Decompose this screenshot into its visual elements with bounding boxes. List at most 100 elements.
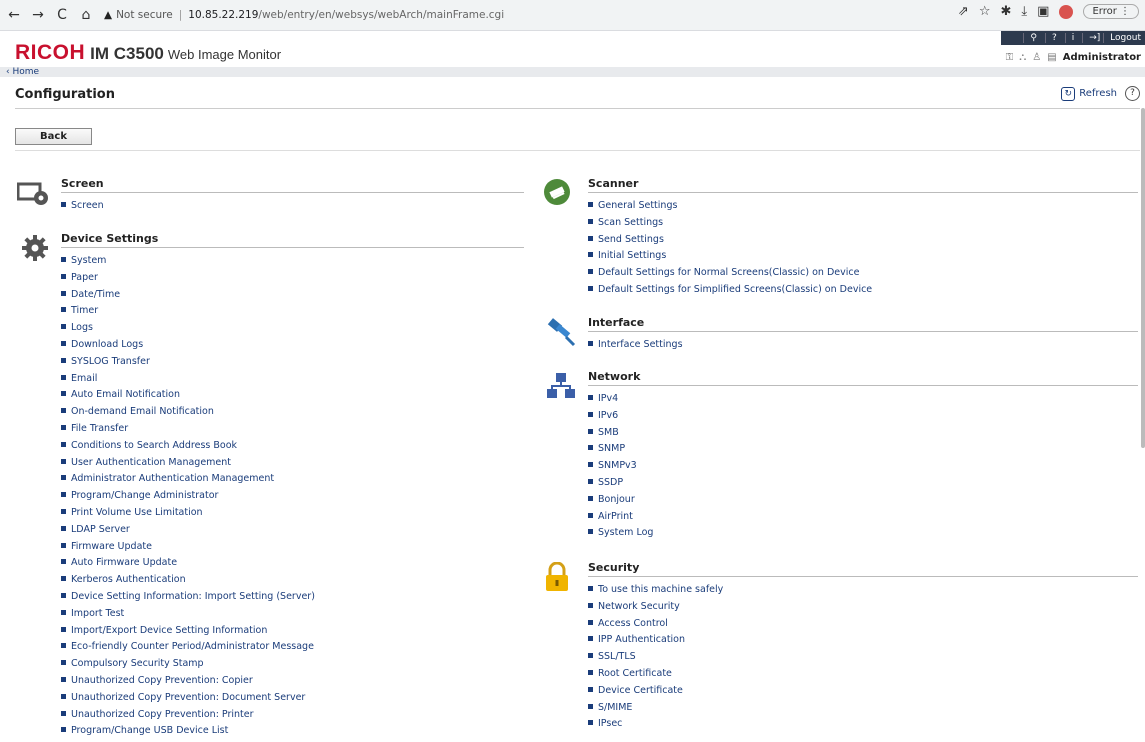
link-list: IPv4 IPv6 SMB SNMP SNMPv3 SSDP Bonjour AirPrint… bbox=[588, 393, 1138, 544]
config-link[interactable]: SNMP bbox=[588, 443, 1138, 460]
config-link[interactable]: Access Control bbox=[588, 618, 1138, 635]
error-button[interactable]: Error ⋮ bbox=[1083, 4, 1139, 19]
section-interface: Interface Interface Settings bbox=[588, 316, 1138, 356]
config-link[interactable]: Device Certificate bbox=[588, 685, 1138, 702]
url-host: 10.85.22.219 bbox=[188, 9, 259, 21]
config-link[interactable]: Screen bbox=[61, 200, 524, 217]
config-link[interactable]: To use this machine safely bbox=[588, 584, 1138, 601]
config-link[interactable]: File Transfer bbox=[61, 423, 524, 440]
config-link[interactable]: Root Certificate bbox=[588, 668, 1138, 685]
config-link[interactable]: Import Test bbox=[61, 608, 524, 625]
link-list: To use this machine safely Network Securi… bbox=[588, 584, 1138, 735]
page-help-icon[interactable]: ? bbox=[1125, 86, 1140, 101]
config-link[interactable]: Auto Email Notification bbox=[61, 389, 524, 406]
bookmark-star-icon[interactable]: ☆ bbox=[979, 4, 991, 19]
section-network: Network IPv4 IPv6 SMB SNMP SNMPv3 SSDP Bonjour… bbox=[588, 370, 1138, 544]
download-icon[interactable]: ⤓ bbox=[1021, 4, 1027, 19]
config-link[interactable]: Timer bbox=[61, 305, 524, 322]
search-icon[interactable]: ⚲ bbox=[1023, 33, 1037, 43]
config-link[interactable]: Logs bbox=[61, 322, 524, 339]
config-link[interactable]: General Settings bbox=[588, 200, 1138, 217]
config-link[interactable]: Unauthorized Copy Prevention: Copier bbox=[61, 675, 524, 692]
config-link[interactable]: Default Settings for Simplified Screens(… bbox=[588, 284, 1138, 301]
screen-settings-icon bbox=[16, 181, 51, 210]
error-label: Error bbox=[1092, 6, 1117, 17]
config-link[interactable]: Interface Settings bbox=[588, 339, 1138, 356]
config-link[interactable]: S/MIME bbox=[588, 702, 1138, 719]
network-icon: ⛬ bbox=[1019, 52, 1027, 63]
address-bar[interactable]: ▲ Not secure | 10.85.22.219 /web/entry/e… bbox=[104, 4, 974, 26]
config-link[interactable]: Download Logs bbox=[61, 339, 524, 356]
config-link[interactable]: Print Volume Use Limitation bbox=[61, 507, 524, 524]
product-name: Web Image Monitor bbox=[167, 47, 282, 62]
app-header: RICOH IM C3500 Web Image Monitor ⚲ ? i →] … bbox=[0, 31, 1145, 67]
page-scrollbar[interactable] bbox=[1141, 108, 1145, 448]
config-link[interactable]: IPv4 bbox=[588, 393, 1138, 410]
config-link[interactable]: Program/Change Administrator bbox=[61, 490, 524, 507]
url-separator: | bbox=[178, 9, 183, 21]
config-link[interactable]: Initial Settings bbox=[588, 250, 1138, 267]
config-link[interactable]: Device Setting Information: Import Setti… bbox=[61, 591, 524, 608]
section-title: Security bbox=[588, 561, 1138, 577]
config-link[interactable]: Kerberos Authentication bbox=[61, 574, 524, 591]
config-link[interactable]: Firmware Update bbox=[61, 541, 524, 558]
url-path: /web/entry/en/websys/webArch/mainFrame.c… bbox=[258, 9, 505, 21]
config-link[interactable]: SMB bbox=[588, 427, 1138, 444]
user-name: Administrator bbox=[1062, 52, 1141, 63]
config-link[interactable]: System Log bbox=[588, 527, 1138, 544]
forward-arrow-icon[interactable]: → bbox=[28, 7, 48, 23]
sidepanel-icon[interactable]: ▣ bbox=[1037, 4, 1049, 19]
info-icon[interactable]: i bbox=[1064, 33, 1074, 43]
config-link[interactable]: Conditions to Search Address Book bbox=[61, 440, 524, 457]
config-link[interactable]: Date/Time bbox=[61, 289, 524, 306]
config-link[interactable]: Unauthorized Copy Prevention: Document S… bbox=[61, 692, 524, 709]
config-link[interactable]: LDAP Server bbox=[61, 524, 524, 541]
back-arrow-icon[interactable]: ← bbox=[4, 7, 24, 23]
back-button[interactable]: Back bbox=[15, 128, 92, 145]
config-link[interactable]: System bbox=[61, 255, 524, 272]
config-link[interactable]: Compulsory Security Stamp bbox=[61, 658, 524, 675]
header-toolbar: ⚲ ? i →] Logout bbox=[1001, 31, 1145, 45]
config-link[interactable]: AirPrint bbox=[588, 511, 1138, 528]
refresh-label: Refresh bbox=[1079, 88, 1117, 99]
config-link[interactable]: IPv6 bbox=[588, 410, 1138, 427]
logout-button[interactable]: →] Logout bbox=[1082, 33, 1141, 43]
config-link[interactable]: Network Security bbox=[588, 601, 1138, 618]
profile-avatar[interactable] bbox=[1059, 4, 1074, 19]
config-link[interactable]: SSL/TLS bbox=[588, 651, 1138, 668]
section-security: Security To use this machine safely Netwo… bbox=[588, 561, 1138, 735]
document-icon: ▤ bbox=[1047, 52, 1057, 63]
config-link[interactable]: On-demand Email Notification bbox=[61, 406, 524, 423]
refresh-button[interactable]: ↻ Refresh ? bbox=[1061, 86, 1140, 101]
section-title: Network bbox=[588, 370, 1138, 386]
config-link[interactable]: Bonjour bbox=[588, 494, 1138, 511]
extensions-icon[interactable]: ✱ bbox=[1000, 4, 1011, 19]
config-link[interactable]: SSDP bbox=[588, 477, 1138, 494]
config-link[interactable]: Administrator Authentication Management bbox=[61, 473, 524, 490]
config-link[interactable]: Default Settings for Normal Screens(Clas… bbox=[588, 267, 1138, 284]
config-link[interactable]: Email bbox=[61, 373, 524, 390]
breadcrumb: ‹ Home bbox=[0, 67, 1145, 77]
link-list: System Paper Date/Time Timer Logs Download Lo… bbox=[61, 255, 524, 742]
share-icon[interactable]: ⇗ bbox=[958, 4, 969, 19]
config-link[interactable]: Scan Settings bbox=[588, 217, 1138, 234]
config-link[interactable]: Eco-friendly Counter Period/Administrato… bbox=[61, 641, 524, 658]
home-icon[interactable]: ⌂ bbox=[76, 7, 96, 23]
config-link[interactable]: Send Settings bbox=[588, 234, 1138, 251]
config-link[interactable]: User Authentication Management bbox=[61, 457, 524, 474]
config-link[interactable]: Paper bbox=[61, 272, 524, 289]
config-link[interactable]: Unauthorized Copy Prevention: Printer bbox=[61, 709, 524, 726]
reload-icon[interactable]: C bbox=[52, 7, 72, 23]
config-link[interactable]: Import/Export Device Setting Information bbox=[61, 625, 524, 642]
config-link[interactable]: IPsec bbox=[588, 718, 1138, 735]
home-link[interactable]: ‹ Home bbox=[6, 67, 39, 77]
config-link[interactable]: SNMPv3 bbox=[588, 460, 1138, 477]
help-icon[interactable]: ? bbox=[1044, 33, 1057, 43]
padlock-icon bbox=[544, 561, 570, 595]
config-link[interactable]: IPP Authentication bbox=[588, 634, 1138, 651]
config-link[interactable]: SYSLOG Transfer bbox=[61, 356, 524, 373]
cable-icon bbox=[546, 317, 576, 350]
page-title-bar: Configuration ↻ Refresh ? bbox=[15, 80, 1140, 109]
browser-actions: ⇗ ☆ ✱ ⤓ ▣ Error ⋮ bbox=[958, 4, 1139, 19]
config-link[interactable]: Auto Firmware Update bbox=[61, 557, 524, 574]
